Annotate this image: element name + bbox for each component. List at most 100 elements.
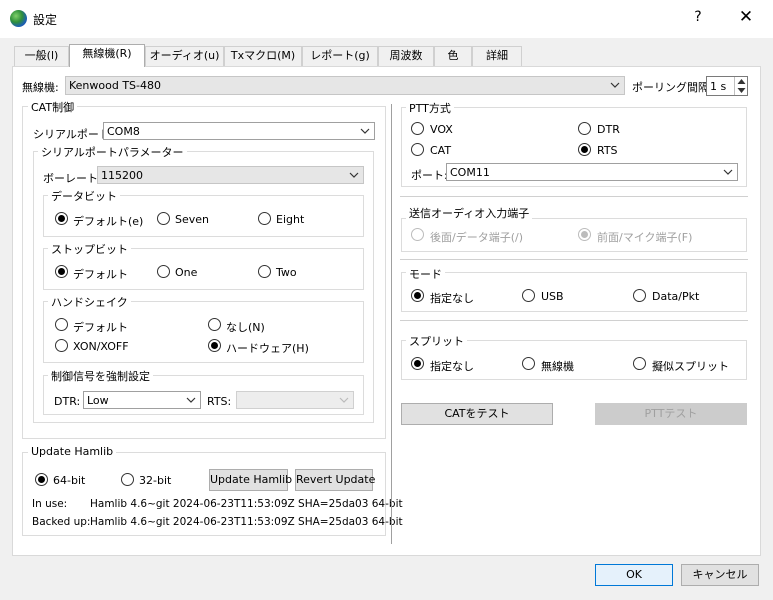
mode-usb-label: USB	[541, 290, 564, 303]
chevron-down-icon	[186, 397, 196, 403]
backed-up-label: Backed up:	[32, 516, 91, 528]
handshake-xonxoff-radio[interactable]	[55, 339, 68, 352]
update-hamlib-title: Update Hamlib	[28, 445, 117, 458]
mode-none-label: 指定なし	[430, 292, 474, 305]
tab-tx-macros[interactable]: Txマクロ(M)	[224, 46, 302, 66]
handshake-hardware-radio[interactable]	[208, 339, 221, 352]
split-fake-radio[interactable]	[633, 357, 646, 370]
rts-label: RTS:	[207, 395, 232, 408]
hamlib-64bit-label: 64-bit	[53, 474, 86, 487]
handshake-title: ハンドシェイク	[48, 294, 131, 310]
rig-value: Kenwood TS-480	[69, 79, 162, 92]
title-bar	[0, 0, 773, 38]
mode-datapkt-label: Data/Pkt	[652, 290, 700, 303]
tab-frequencies[interactable]: 周波数	[378, 46, 434, 66]
force-lines-title: 制御信号を強制設定	[48, 368, 153, 384]
tab-advanced[interactable]: 詳細	[472, 46, 522, 66]
stopbits-default-radio[interactable]	[55, 265, 68, 278]
update-hamlib-button[interactable]: Update Hamlib	[209, 469, 292, 491]
separator	[400, 320, 748, 321]
rig-select[interactable]: Kenwood TS-480	[65, 76, 625, 95]
tx-audio-source-title: 送信オーディオ入力端子	[406, 205, 533, 221]
serial-port-label: シリアルポート:	[33, 128, 114, 141]
audio-front-radio[interactable]	[578, 228, 591, 241]
mode-none-radio[interactable]	[411, 289, 424, 302]
dtr-value: Low	[87, 394, 109, 407]
backed-up-value: Hamlib 4.6~git 2024-06-23T11:53:09Z SHA=…	[90, 516, 403, 528]
serial-params-title: シリアルポートパラメーター	[38, 144, 187, 160]
tab-reporting[interactable]: レポート(g)	[302, 46, 378, 66]
ptt-vox-radio[interactable]	[411, 122, 424, 135]
databits-default-radio[interactable]	[55, 212, 68, 225]
split-none-label: 指定なし	[430, 360, 474, 373]
help-button[interactable]: ?	[688, 9, 708, 29]
split-rig-radio[interactable]	[522, 357, 535, 370]
mode-usb-radio[interactable]	[522, 289, 535, 302]
serial-port-select[interactable]: COM8	[103, 122, 375, 140]
ptt-cat-label: CAT	[430, 144, 452, 157]
ptt-dtr-label: DTR	[597, 123, 620, 136]
ptt-cat-radio[interactable]	[411, 143, 424, 156]
spin-down-icon	[737, 88, 746, 93]
stopbits-two-label: Two	[276, 266, 297, 279]
chevron-down-icon	[339, 397, 349, 403]
mode-datapkt-radio[interactable]	[633, 289, 646, 302]
ptt-port-select[interactable]: COM11	[446, 163, 738, 181]
close-button[interactable]: ✕	[735, 7, 757, 29]
test-ptt-button[interactable]: PTTテスト	[595, 403, 747, 425]
dtr-label: DTR:	[54, 395, 81, 408]
databits-default-label: デフォルト(e)	[73, 215, 144, 228]
split-title: スプリット	[406, 333, 467, 349]
chevron-down-icon	[723, 169, 733, 175]
stopbits-title: ストップビット	[48, 241, 131, 257]
handshake-xonxoff-label: XON/XOFF	[73, 340, 129, 353]
audio-front-label: 前面/マイク端子(F)	[597, 231, 693, 244]
ptt-method-title: PTT方式	[406, 100, 454, 116]
databits-seven-label: Seven	[175, 213, 209, 226]
split-fake-label: 擬似スプリット	[652, 360, 729, 373]
databits-eight-radio[interactable]	[258, 212, 271, 225]
hamlib-64bit-radio[interactable]	[35, 473, 48, 486]
baud-rate-select[interactable]: 115200	[97, 166, 364, 184]
spin-up-icon	[737, 79, 746, 84]
hamlib-32bit-radio[interactable]	[121, 473, 134, 486]
cat-control-title: CAT制御	[28, 99, 78, 115]
handshake-hardware-label: ハードウェア(H)	[226, 342, 309, 355]
ptt-vox-label: VOX	[430, 123, 453, 136]
polling-interval-spinbox[interactable]: 1 s	[706, 76, 748, 96]
ptt-dtr-radio[interactable]	[578, 122, 591, 135]
ptt-port-value: COM11	[450, 166, 490, 179]
split-none-radio[interactable]	[411, 357, 424, 370]
chevron-down-icon	[349, 172, 359, 178]
ptt-rts-label: RTS	[597, 144, 618, 157]
handshake-none-radio[interactable]	[208, 318, 221, 331]
test-cat-button[interactable]: CATをテスト	[401, 403, 553, 425]
audio-rear-radio[interactable]	[411, 228, 424, 241]
tab-general[interactable]: 一般(l)	[14, 46, 69, 66]
rts-select[interactable]	[236, 391, 354, 409]
ptt-rts-radio[interactable]	[578, 143, 591, 156]
ptt-port-label: ポート:	[411, 169, 448, 182]
revert-update-button[interactable]: Revert Update	[295, 469, 375, 491]
serial-port-value: COM8	[107, 125, 140, 138]
separator	[400, 196, 748, 197]
handshake-default-radio[interactable]	[55, 318, 68, 331]
databits-seven-radio[interactable]	[157, 212, 170, 225]
handshake-none-label: なし(N)	[226, 321, 265, 334]
stopbits-one-radio[interactable]	[157, 265, 170, 278]
app-globe-icon	[10, 10, 27, 27]
split-rig-label: 無線機	[541, 360, 574, 373]
tab-audio[interactable]: オーディオ(u)	[145, 46, 224, 66]
cancel-button[interactable]: キャンセル	[681, 564, 759, 586]
column-divider	[391, 104, 392, 544]
ok-button[interactable]: OK	[595, 564, 673, 586]
hamlib-32bit-label: 32-bit	[139, 474, 172, 487]
tab-colors[interactable]: 色	[434, 46, 472, 66]
in-use-label: In use:	[32, 498, 68, 510]
spin-arrows[interactable]	[734, 77, 747, 95]
stopbits-default-label: デフォルト	[73, 268, 128, 281]
tab-radio[interactable]: 無線機(R)	[69, 44, 145, 67]
stopbits-two-radio[interactable]	[258, 265, 271, 278]
dtr-select[interactable]: Low	[83, 391, 201, 409]
window-title: 設定	[33, 13, 58, 27]
